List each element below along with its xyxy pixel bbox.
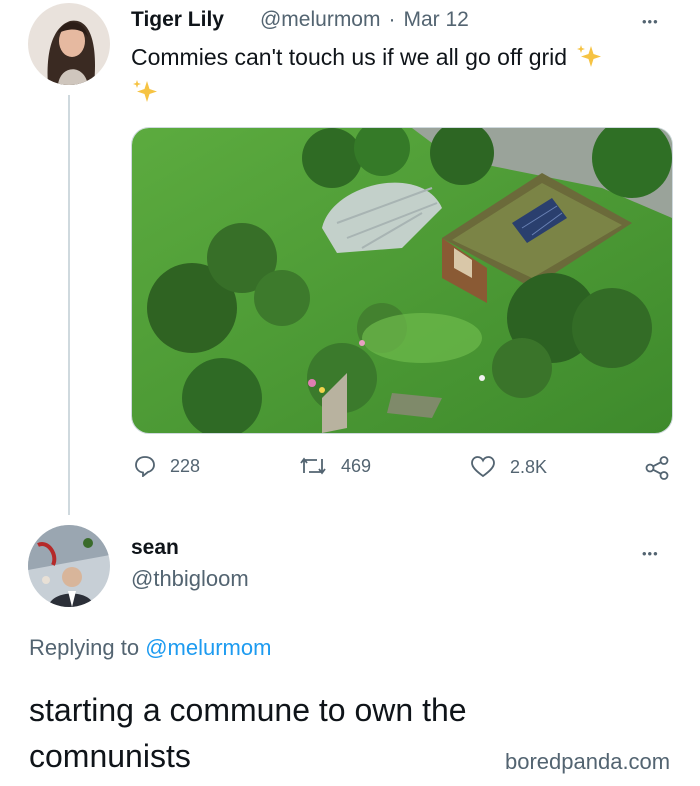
tweet1-date[interactable]: Mar 12 [403, 8, 468, 32]
sparkles-icon [133, 80, 157, 102]
tweet1-text: Commies can't touch us if we all go off … [131, 44, 568, 70]
replying-to: Replying to @melurmom [29, 635, 271, 661]
tweet2-display-name-row: sean [131, 536, 179, 560]
tweet1-more-button[interactable]: ••• [642, 14, 659, 29]
tweet1-header: Tiger Lily @melurmom · Mar 12 [131, 6, 469, 34]
watermark-text: boredpanda.com [505, 749, 671, 774]
homestead-photo-icon [132, 128, 672, 433]
tweet2-display-name[interactable]: sean [131, 536, 179, 559]
retweet-count: 469 [341, 455, 372, 476]
thread-line [68, 95, 70, 515]
like-count: 2.8K [510, 456, 548, 477]
user-photo-icon [28, 3, 110, 85]
tweet2-more-button[interactable]: ••• [642, 546, 659, 561]
tweet1-media[interactable] [131, 127, 673, 434]
share-action[interactable] [644, 455, 670, 486]
tweet2-handle[interactable]: @thbigloom [131, 566, 249, 591]
tweet1-text-line2 [131, 78, 159, 111]
replying-prefix: Replying to [29, 635, 146, 660]
tweet1-handle[interactable]: @melurmom [260, 8, 381, 32]
share-icon [645, 456, 669, 480]
more-icon: ••• [642, 14, 659, 29]
tweet2-handle-row: @thbigloom [131, 566, 249, 592]
sparkles-icon [577, 45, 602, 67]
retweet-icon [300, 457, 326, 475]
reply-count: 228 [170, 455, 201, 476]
user-photo-icon [28, 525, 110, 607]
like-action[interactable]: 2.8K [470, 455, 547, 479]
tigerlily-avatar[interactable] [28, 3, 110, 85]
tweet1-text-line1: Commies can't touch us if we all go off … [131, 42, 603, 72]
more-icon: ••• [642, 546, 659, 561]
moon-emoji-icon [234, 11, 244, 29]
reply-icon [135, 456, 155, 477]
heart-icon [471, 456, 495, 478]
reply-action[interactable]: 228 [134, 455, 200, 477]
sean-avatar[interactable] [28, 525, 110, 607]
tweet1-separator: · [388, 8, 396, 31]
tweet2-body: starting a commune to own the comnunists [29, 692, 467, 774]
tweet1-display-name[interactable]: Tiger Lily [131, 8, 224, 32]
retweet-action[interactable]: 469 [299, 455, 371, 477]
watermark: boredpanda.com [505, 749, 670, 775]
replying-handle-link[interactable]: @melurmom [145, 635, 271, 660]
